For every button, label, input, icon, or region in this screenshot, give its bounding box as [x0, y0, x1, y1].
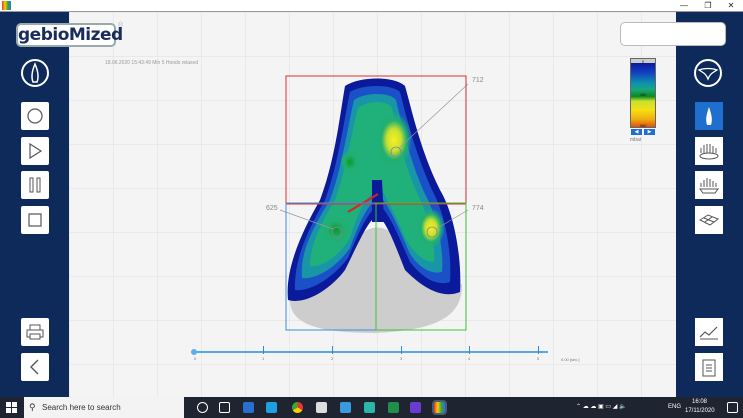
notifications-icon[interactable]: [727, 402, 738, 413]
task-view-icon[interactable]: [219, 402, 230, 413]
timeline-tick-label: 4: [468, 356, 471, 361]
search-icon: ⚲: [29, 402, 36, 412]
timeline-tick-label: 0: [194, 356, 197, 361]
timeline-tick-label: 3: [400, 356, 403, 361]
color-scale-legend: 0 480 960: [630, 58, 656, 128]
region-top-value: 712: [472, 77, 484, 84]
timeline-tick-label: 5: [537, 356, 540, 361]
clock-time[interactable]: 16:08: [692, 399, 707, 405]
region-left-value: 625: [266, 205, 278, 212]
legend-mid: 480: [639, 92, 647, 97]
excel-icon[interactable]: [388, 402, 399, 413]
teams-icon[interactable]: [410, 402, 421, 413]
language-indicator[interactable]: ENG: [668, 404, 681, 410]
legend-min: 0: [641, 59, 645, 64]
calendar-icon[interactable]: [364, 402, 375, 413]
mail-icon[interactable]: [266, 402, 277, 413]
taskbar: ⚲ Search here to search ⌃ ☁ ☁ ▣ ▭ ◢ 🔈 EN…: [0, 397, 743, 418]
timeline-tick-label: 1: [262, 356, 265, 361]
pen-app-icon[interactable]: [340, 402, 351, 413]
timeline-tick: [332, 346, 333, 354]
taskbar-search[interactable]: ⚲ Search here to search: [24, 397, 184, 418]
store-icon[interactable]: [316, 402, 327, 413]
timeline-tick-label: 2: [331, 356, 334, 361]
timeline-tick: [401, 346, 402, 354]
legend-unit: mbar: [630, 137, 642, 143]
legend-max: 960: [639, 123, 647, 128]
timeline-handle: [191, 349, 197, 355]
scale-next-button[interactable]: ▶: [644, 129, 655, 135]
timeline-readout: 0.00 [sec.]: [561, 357, 580, 362]
search-placeholder: Search here to search: [42, 403, 121, 412]
gebiomized-app-icon[interactable]: [432, 400, 447, 415]
edge-icon[interactable]: [243, 402, 254, 413]
tray-icons[interactable]: ⌃ ☁ ☁ ▣ ▭ ◢ 🔈: [576, 403, 626, 410]
region-right-value: 774: [472, 205, 484, 212]
start-button[interactable]: [6, 402, 17, 413]
timeline-tick: [263, 346, 264, 354]
chrome-icon[interactable]: [292, 402, 303, 413]
cortana-icon[interactable]: [197, 402, 208, 413]
timeline-tick: [469, 346, 470, 354]
clock-date[interactable]: 17/11/2020: [685, 408, 715, 414]
timeline-tick: [538, 346, 539, 354]
scale-prev-button[interactable]: ◀: [631, 129, 642, 135]
